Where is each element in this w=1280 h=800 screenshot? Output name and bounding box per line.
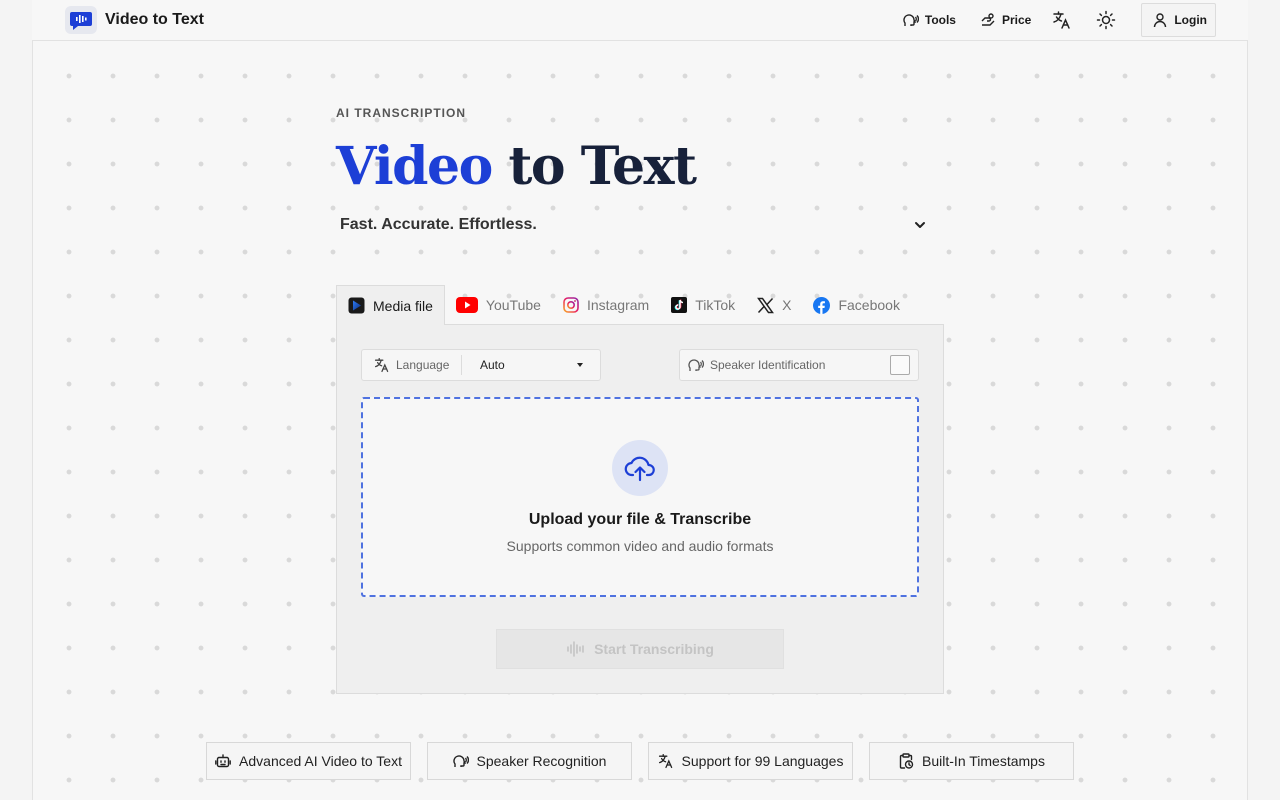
nav-tools-label: Tools: [924, 13, 956, 27]
nav-price[interactable]: Price: [968, 3, 1043, 37]
media-file-icon: [348, 297, 365, 314]
upload-title: Upload your file & Transcribe: [528, 511, 752, 528]
feature-list: Advanced AI Video to Text Speaker Recogn…: [206, 742, 1090, 780]
tab-facebook[interactable]: Facebook: [802, 285, 910, 325]
feature-label: Support for 99 Languages: [681, 753, 844, 769]
top-nav: Tools Price Login: [891, 3, 1216, 37]
login-label: Login: [1174, 13, 1207, 27]
top-header: Video to Text Tools Price Login: [32, 0, 1248, 41]
hero-title-accent: Video: [336, 136, 493, 197]
language-label-text: Language: [396, 358, 450, 372]
waveform-icon: [567, 641, 584, 657]
speaker-identification-label: Speaker Identification: [710, 358, 826, 372]
language-select[interactable]: Language Auto: [361, 349, 601, 381]
sun-icon: [1097, 10, 1116, 30]
feature-label: Advanced AI Video to Text: [239, 753, 402, 769]
language-value: Auto: [480, 358, 505, 372]
youtube-icon: [455, 297, 478, 313]
x-logo-icon: [757, 297, 775, 313]
speaker-identification-toggle[interactable]: Speaker Identification: [679, 349, 919, 381]
language-select-label: Language: [362, 355, 462, 375]
translate-icon: [1053, 11, 1071, 29]
tab-instagram-label: Instagram: [586, 297, 650, 313]
login-button[interactable]: Login: [1141, 3, 1216, 37]
tab-media-file[interactable]: Media file: [336, 285, 445, 325]
feature-advanced-ai: Advanced AI Video to Text: [206, 742, 411, 780]
brand-name: Video to Text: [105, 11, 204, 28]
upload-subtitle: Supports common video and audio formats: [506, 538, 774, 554]
user-icon: [1154, 13, 1167, 28]
subtitle-expand-button[interactable]: [910, 216, 930, 234]
start-transcribing-button[interactable]: Start Transcribing: [496, 629, 784, 669]
tab-facebook-label: Facebook: [838, 297, 900, 313]
hero-subtitle: Fast. Accurate. Effortless.: [340, 216, 537, 233]
brand[interactable]: Video to Text: [65, 6, 204, 34]
feature-speaker-recognition: Speaker Recognition: [427, 742, 632, 780]
instagram-icon: [563, 297, 579, 313]
tab-tiktok[interactable]: TikTok: [660, 285, 746, 325]
start-transcribing-label: Start Transcribing: [594, 641, 714, 657]
feature-label: Speaker Recognition: [476, 753, 607, 769]
speaker-head-icon: [903, 14, 919, 26]
hero-title-rest: to Text: [491, 136, 697, 197]
nav-price-label: Price: [1001, 13, 1032, 27]
robot-icon: [215, 754, 231, 768]
cloud-upload-icon: [624, 456, 655, 482]
translate-icon: [374, 357, 389, 373]
feature-languages: Support for 99 Languages: [648, 742, 853, 780]
chevron-down-icon: [915, 222, 925, 228]
file-dropzone[interactable]: Upload your file & Transcribe Supports c…: [361, 397, 919, 597]
speaker-identification-checkbox[interactable]: [890, 355, 910, 375]
translate-icon: [658, 753, 672, 769]
brand-logo-icon: [65, 6, 97, 34]
caret-down-icon: [577, 363, 583, 367]
tiktok-icon: [671, 297, 688, 313]
feature-timestamps: Built-In Timestamps: [869, 742, 1074, 780]
tab-tiktok-label: TikTok: [695, 297, 736, 313]
tab-youtube-label: YouTube: [485, 297, 541, 313]
upload-icon-circle: [612, 440, 668, 496]
language-switcher-button[interactable]: [1047, 3, 1083, 37]
speaker-head-icon: [452, 755, 469, 767]
speaker-head-icon: [688, 359, 704, 371]
tab-media-file-label: Media file: [373, 297, 433, 314]
upload-panel: Language Auto Speaker Identification Upl…: [336, 324, 944, 694]
tab-x[interactable]: X: [746, 285, 802, 325]
coins-icon: [981, 13, 995, 26]
nav-tools[interactable]: Tools: [891, 3, 968, 37]
hero-eyebrow: AI TRANSCRIPTION: [336, 106, 466, 120]
facebook-icon: [813, 296, 831, 314]
tab-instagram[interactable]: Instagram: [552, 285, 660, 325]
source-tabs: Media file YouTube Instagram TikTok X Fa…: [336, 285, 911, 325]
feature-label: Built-In Timestamps: [922, 753, 1045, 769]
theme-toggle-button[interactable]: [1091, 3, 1127, 37]
clipboard-clock-icon: [899, 753, 914, 769]
tab-youtube[interactable]: YouTube: [445, 285, 552, 325]
hero-title: Video to Text: [336, 133, 697, 201]
tab-x-label: X: [782, 297, 792, 313]
